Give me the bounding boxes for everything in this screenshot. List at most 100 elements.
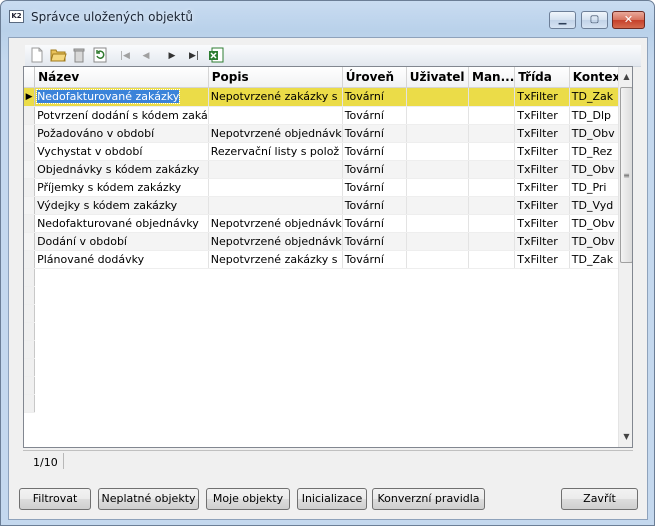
- table-row[interactable]: Potvrzení dodání s kódem zaká Tovární TxFi…: [24, 106, 632, 125]
- cell-level[interactable]: Tovární: [342, 142, 407, 161]
- cell-man[interactable]: [468, 142, 516, 161]
- row-indicator[interactable]: [24, 106, 36, 125]
- next-record-icon[interactable]: ▶: [163, 47, 181, 65]
- table-row[interactable]: Výdejky s kódem zakázky Tovární TxFilter TD…: [24, 196, 632, 215]
- column-header-name[interactable]: Název: [34, 67, 209, 88]
- refresh-icon[interactable]: [91, 47, 109, 65]
- row-indicator[interactable]: [24, 196, 36, 215]
- row-indicator[interactable]: [24, 214, 36, 233]
- table-row[interactable]: Plánované dodávky Nepotvrzené zakázky s To…: [24, 250, 632, 269]
- cell-level[interactable]: Tovární: [342, 214, 407, 233]
- cell-level[interactable]: Tovární: [342, 178, 407, 197]
- cell-description[interactable]: [208, 160, 343, 179]
- excel-export-icon[interactable]: [207, 47, 225, 65]
- previous-record-icon[interactable]: ◀: [137, 47, 155, 65]
- cell-user[interactable]: [406, 196, 470, 215]
- cell-class[interactable]: TxFilter: [514, 124, 570, 143]
- invalid-objects-button[interactable]: Neplatné objekty: [98, 488, 199, 510]
- maximize-button[interactable]: ▢: [581, 11, 608, 29]
- cell-user[interactable]: [406, 214, 470, 233]
- conversion-rules-button[interactable]: Konverzní pravidla: [372, 488, 485, 510]
- cell-class[interactable]: TxFilter: [514, 106, 570, 125]
- cell-description[interactable]: Nepotvrzené objednávk: [208, 232, 343, 251]
- title-bar[interactable]: K2 Správce uložených objektů ▁ ▢ ✕: [1, 1, 654, 31]
- cell-man[interactable]: [468, 214, 516, 233]
- first-record-icon[interactable]: |◀: [116, 47, 134, 65]
- cell-class[interactable]: TxFilter: [514, 178, 570, 197]
- cell-user[interactable]: [406, 232, 470, 251]
- cell-user[interactable]: [406, 160, 470, 179]
- cell-class[interactable]: TxFilter: [514, 160, 570, 179]
- new-icon[interactable]: [28, 47, 46, 65]
- column-header-level[interactable]: Úroveň: [342, 67, 407, 88]
- scroll-thumb[interactable]: ≡: [620, 87, 632, 263]
- cell-man[interactable]: [468, 196, 516, 215]
- scroll-down-arrow-icon[interactable]: ▼: [619, 429, 632, 445]
- initialization-button[interactable]: Inicializace: [297, 488, 367, 510]
- cell-user[interactable]: [406, 250, 470, 269]
- my-objects-button[interactable]: Moje objekty: [206, 488, 290, 510]
- table-row[interactable]: Dodání v období Nepotvrzené objednávk Tová…: [24, 232, 632, 251]
- cell-man[interactable]: [468, 87, 516, 107]
- scroll-up-arrow-icon[interactable]: ▲: [619, 69, 632, 85]
- cell-user[interactable]: [406, 106, 470, 125]
- cell-name[interactable]: Potvrzení dodání s kódem zaká: [34, 106, 209, 125]
- cell-name[interactable]: Objednávky s kódem zakázky: [34, 160, 209, 179]
- table-row[interactable]: Požadováno v období Nepotvrzené objednávk…: [24, 124, 632, 143]
- filter-button[interactable]: Filtrovat: [19, 488, 91, 510]
- cell-level[interactable]: Tovární: [342, 232, 407, 251]
- table-row[interactable]: Vychystat v období Rezervační listy s pol…: [24, 142, 632, 161]
- cell-description[interactable]: [208, 106, 343, 125]
- column-header-description[interactable]: Popis: [208, 67, 343, 88]
- cell-description[interactable]: Nepotvrzené zakázky s: [208, 87, 343, 107]
- cell-name[interactable]: Dodání v období: [34, 232, 209, 251]
- column-header-man[interactable]: Man...: [468, 67, 516, 88]
- cell-name[interactable]: Plánované dodávky: [34, 250, 209, 269]
- cell-description[interactable]: Nepotvrzené zakázky s: [208, 250, 343, 269]
- cell-description[interactable]: Nepotvrzené objednávk: [208, 214, 343, 233]
- cell-level[interactable]: Tovární: [342, 106, 407, 125]
- minimize-button[interactable]: ▁: [549, 11, 576, 29]
- row-indicator[interactable]: [24, 178, 36, 197]
- column-header-class[interactable]: Třída: [514, 67, 570, 88]
- row-indicator[interactable]: ▶: [24, 87, 36, 107]
- cell-level[interactable]: Tovární: [342, 196, 407, 215]
- cell-user[interactable]: [406, 142, 470, 161]
- cell-name[interactable]: Požadováno v období: [34, 124, 209, 143]
- cell-user[interactable]: [406, 87, 470, 107]
- cell-man[interactable]: [468, 124, 516, 143]
- cell-class[interactable]: TxFilter: [514, 250, 570, 269]
- cell-level[interactable]: Tovární: [342, 160, 407, 179]
- cell-user[interactable]: [406, 124, 470, 143]
- table-row[interactable]: Objednávky s kódem zakázky Tovární TxFilte…: [24, 160, 632, 179]
- cell-class[interactable]: TxFilter: [514, 196, 570, 215]
- open-folder-icon[interactable]: [49, 47, 67, 65]
- row-indicator[interactable]: [24, 232, 36, 251]
- table-row[interactable]: ▶ Nedofakturované zakázky Nepotvrzené zaká…: [24, 87, 632, 107]
- cell-description[interactable]: Nepotvrzené objednávk: [208, 124, 343, 143]
- row-indicator[interactable]: [24, 160, 36, 179]
- cell-man[interactable]: [468, 250, 516, 269]
- last-record-icon[interactable]: ▶|: [185, 47, 203, 65]
- cell-name[interactable]: Nedofakturované zakázky: [34, 87, 209, 107]
- cell-level[interactable]: Tovární: [342, 250, 407, 269]
- cell-level[interactable]: Tovární: [342, 124, 407, 143]
- cell-class[interactable]: TxFilter: [514, 214, 570, 233]
- cell-name[interactable]: Vychystat v období: [34, 142, 209, 161]
- vertical-scrollbar[interactable]: ▲ ≡ ▼: [618, 67, 632, 447]
- cell-description[interactable]: Rezervační listy s polož: [208, 142, 343, 161]
- cell-man[interactable]: [468, 178, 516, 197]
- table-row[interactable]: Příjemky s kódem zakázky Tovární TxFilter T…: [24, 178, 632, 197]
- column-header-user[interactable]: Uživatel: [406, 67, 470, 88]
- close-button[interactable]: Zavřít: [561, 488, 638, 510]
- cell-user[interactable]: [406, 178, 470, 197]
- cell-name[interactable]: Výdejky s kódem zakázky: [34, 196, 209, 215]
- cell-class[interactable]: TxFilter: [514, 142, 570, 161]
- close-window-button[interactable]: ✕: [612, 11, 645, 29]
- cell-level[interactable]: Tovární: [342, 87, 407, 107]
- row-indicator[interactable]: [24, 124, 36, 143]
- table-row[interactable]: Nedofakturované objednávky Nepotvrzené ob…: [24, 214, 632, 233]
- delete-icon[interactable]: [70, 47, 88, 65]
- cell-name[interactable]: Nedofakturované objednávky: [34, 214, 209, 233]
- cell-man[interactable]: [468, 106, 516, 125]
